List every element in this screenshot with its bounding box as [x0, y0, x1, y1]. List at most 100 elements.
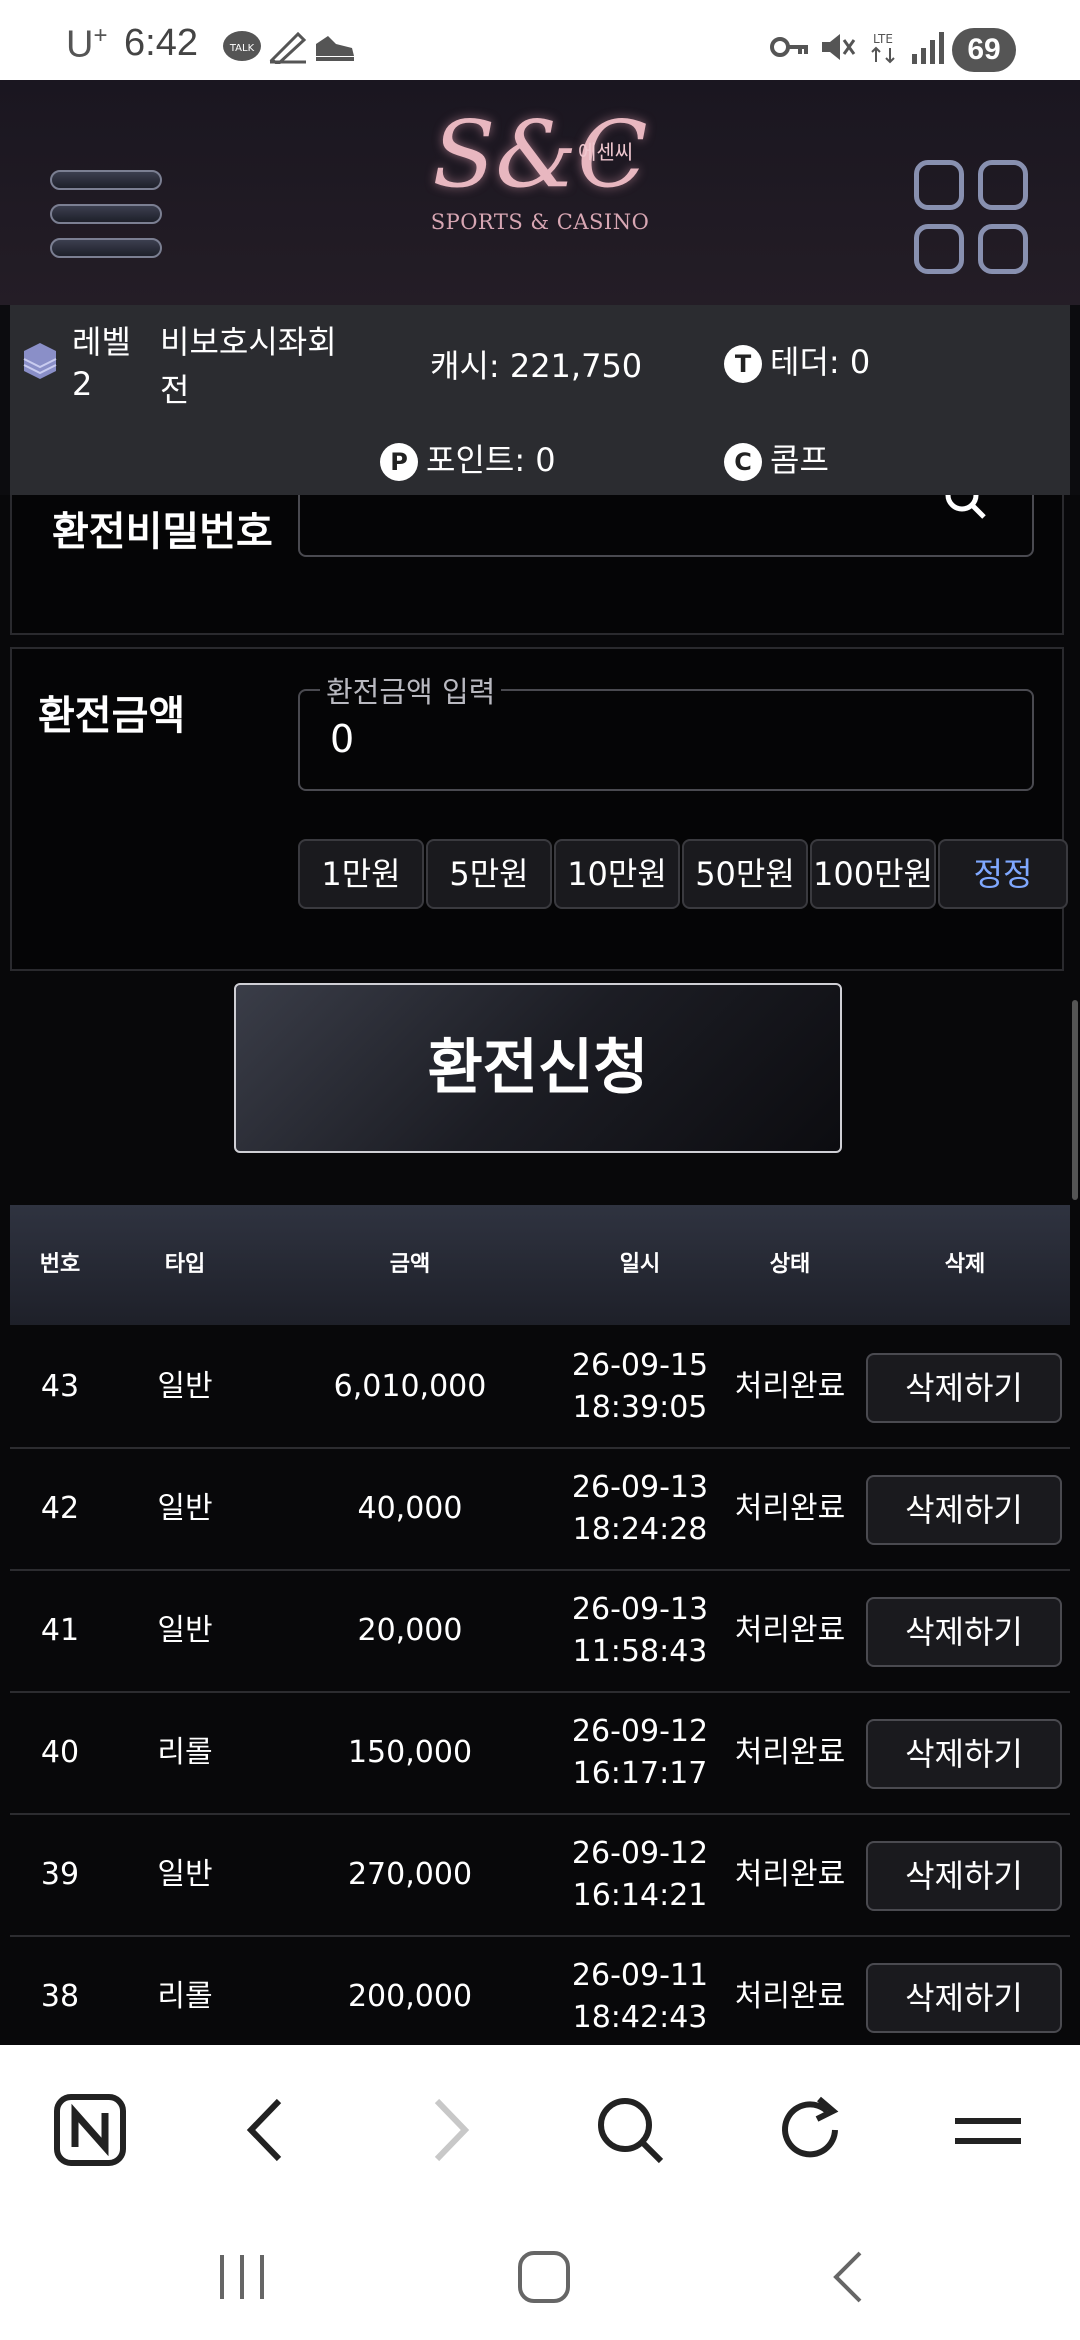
row-amount: 270,000 — [347, 1857, 473, 1892]
level-value: 2 — [72, 365, 93, 403]
row-status: 처리완료 — [734, 1491, 846, 1526]
forward-icon[interactable] — [405, 2087, 491, 2173]
system-nav-bar — [0, 2215, 1080, 2340]
row-type: 리롤 — [157, 1735, 213, 1770]
password-label: 환전비밀번호 — [52, 509, 273, 555]
row-datetime: 26-09-13 11:58:43 — [571, 1592, 709, 1669]
level-gem-icon — [23, 343, 57, 379]
talk-icon: TALK — [223, 31, 261, 61]
col-status: 상태 — [769, 1252, 811, 1277]
row-datetime: 26-09-12 16:14:21 — [571, 1836, 709, 1913]
pen-icon — [269, 31, 307, 64]
amount-label: 환전금액 — [38, 693, 186, 739]
amount-input-legend: 환전금액 입력 — [320, 669, 502, 711]
delete-button[interactable]: 삭제하기 — [866, 1597, 1062, 1667]
row-amount: 40,000 — [357, 1491, 463, 1526]
row-number: 40 — [40, 1735, 80, 1770]
table-row: 38 리롤 200,000 26-09-11 18:42:43 처리완료 삭제하기 — [10, 1937, 1070, 2045]
row-type: 일반 — [157, 1613, 213, 1648]
browser-toolbar — [0, 2045, 1080, 2215]
clock: 6:42 — [124, 22, 198, 64]
comp-link[interactable]: C 콤프 — [724, 435, 829, 481]
naver-home-icon[interactable] — [47, 2087, 133, 2173]
search-icon[interactable] — [942, 495, 992, 525]
amount-reset-button[interactable]: 정정 — [938, 839, 1068, 909]
password-panel: 환전비밀번호 — [10, 495, 1064, 635]
lte-icon: LTE — [871, 32, 895, 64]
logo-subtitle: SPORTS & CASINO — [430, 210, 650, 234]
home-icon[interactable] — [508, 2241, 580, 2313]
key-icon — [770, 37, 808, 57]
signal-icon — [912, 32, 944, 64]
battery-indicator: 69 — [952, 28, 1016, 72]
table-row: 41 일반 20,000 26-09-13 11:58:43 처리완료 삭제하기 — [10, 1571, 1070, 1693]
row-datetime: 26-09-15 18:39:05 — [571, 1348, 709, 1425]
row-datetime: 26-09-11 18:42:43 — [571, 1958, 709, 2035]
back-nav-icon[interactable] — [812, 2241, 884, 2313]
amount-1m-button[interactable]: 100만원 — [810, 839, 936, 909]
delete-button[interactable]: 삭제하기 — [866, 1719, 1062, 1789]
shoe-icon — [316, 36, 354, 61]
level-label: 레벨 — [72, 323, 131, 361]
username-line2: 전 — [160, 371, 190, 409]
recent-apps-icon[interactable] — [206, 2241, 278, 2313]
table-row: 39 일반 270,000 26-09-12 16:14:21 처리완료 삭제하기 — [10, 1815, 1070, 1937]
row-status: 처리완료 — [734, 1735, 846, 1770]
row-number: 41 — [40, 1613, 80, 1648]
refresh-icon[interactable] — [767, 2087, 853, 2173]
delete-button[interactable]: 삭제하기 — [866, 1963, 1062, 2033]
row-status: 처리완료 — [734, 1979, 846, 2014]
col-datetime: 일시 — [619, 1252, 661, 1277]
back-icon[interactable] — [225, 2087, 311, 2173]
apps-grid-button[interactable] — [914, 160, 1030, 276]
col-type: 타입 — [164, 1252, 206, 1277]
amount-10k-button[interactable]: 1만원 — [298, 839, 424, 909]
col-number: 번호 — [39, 1252, 81, 1277]
menu-icon[interactable] — [945, 2087, 1031, 2173]
row-number: 42 — [40, 1491, 80, 1526]
amount-500k-button[interactable]: 50만원 — [682, 839, 808, 909]
amount-panel: 환전금액 환전금액 입력 0 1만원 5만원 10만원 50만원 100만원 정… — [10, 647, 1068, 971]
amount-input[interactable]: 환전금액 입력 0 — [298, 669, 1034, 791]
col-delete: 삭제 — [944, 1252, 986, 1277]
site-logo[interactable]: S&C 에센씨 SPORTS & CASINO — [430, 100, 650, 290]
table-row: 42 일반 40,000 26-09-13 18:24:28 처리완료 삭제하기 — [10, 1449, 1070, 1571]
user-info-bar: 레벨 2 비보호시좌회 전 캐시: 221,750 T 테더: 0 P 포인트: 0… — [10, 305, 1070, 495]
svg-text:LTE: LTE — [873, 32, 893, 46]
row-type: 일반 — [157, 1491, 213, 1526]
delete-button[interactable]: 삭제하기 — [866, 1841, 1062, 1911]
row-amount: 20,000 — [357, 1613, 463, 1648]
logo-korean: 에센씨 — [578, 140, 634, 164]
row-number: 39 — [40, 1857, 80, 1892]
point-icon: P — [380, 443, 418, 481]
row-datetime: 26-09-12 16:17:17 — [571, 1714, 709, 1791]
exchange-submit-button[interactable]: 환전신청 — [234, 983, 842, 1153]
row-status: 처리완료 — [734, 1613, 846, 1648]
row-number: 38 — [40, 1979, 80, 2014]
table-row: 43 일반 6,010,000 26-09-15 18:39:05 처리완료 삭제… — [10, 1327, 1070, 1449]
delete-button[interactable]: 삭제하기 — [866, 1475, 1062, 1545]
history-table-header: 번호 타입 금액 일시 상태 삭제 — [10, 1205, 1070, 1325]
delete-button[interactable]: 삭제하기 — [866, 1353, 1062, 1423]
col-amount: 금액 — [389, 1252, 431, 1277]
amount-50k-button[interactable]: 5만원 — [426, 839, 552, 909]
exchange-content: 환전비밀번호 환전금액 환전금액 입력 0 1만원 5만원 10만원 50만원 … — [0, 495, 1080, 2045]
hamburger-menu-button[interactable] — [50, 170, 162, 260]
page-scrollbar[interactable] — [1072, 1000, 1078, 1200]
amount-input-value: 0 — [330, 717, 355, 761]
cash-balance: 캐시: 221,750 — [430, 347, 643, 385]
row-type: 일반 — [157, 1369, 213, 1404]
row-amount: 6,010,000 — [333, 1369, 487, 1404]
password-input[interactable] — [298, 495, 1034, 557]
tether-icon: T — [724, 345, 762, 383]
tether-balance: T 테더: 0 — [724, 337, 870, 383]
point-balance: P 포인트: 0 — [380, 435, 556, 481]
username-line1: 비보호시좌회 — [160, 323, 337, 361]
search-icon[interactable] — [587, 2087, 673, 2173]
carrier-label: U+ — [66, 22, 108, 66]
row-status: 처리완료 — [734, 1857, 846, 1892]
table-row: 40 리롤 150,000 26-09-12 16:17:17 처리완료 삭제하기 — [10, 1693, 1070, 1815]
svg-text:TALK: TALK — [229, 43, 255, 54]
row-amount: 200,000 — [347, 1979, 473, 2014]
amount-100k-button[interactable]: 10만원 — [554, 839, 680, 909]
